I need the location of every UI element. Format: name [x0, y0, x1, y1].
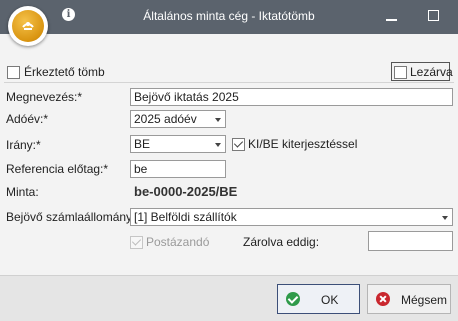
form-panel: Érkeztető tömb Lezárva Megnevezés:* Bejö…: [0, 34, 458, 321]
cancel-icon: [376, 292, 390, 306]
lezarva-checkbox[interactable]: [394, 66, 407, 79]
title-bar: i Általános minta cég - Iktatótömb: [0, 0, 458, 34]
referencia-label: Referencia előtag:*: [6, 162, 109, 176]
minimize-button[interactable]: [380, 6, 402, 26]
maximize-button[interactable]: [423, 6, 445, 26]
szamlaallomany-select[interactable]: [1] Belföldi szállítók: [130, 208, 453, 226]
zarolva-input[interactable]: [368, 231, 453, 251]
megnevezes-input[interactable]: Bejövő iktatás 2025: [130, 88, 453, 106]
adoev-value: 2025 adóév: [134, 112, 197, 126]
check-icon: [286, 292, 300, 306]
zarolva-label: Zárolva eddig:: [243, 235, 320, 249]
kibe-label: KI/BE kiterjesztéssel: [248, 137, 358, 151]
adoev-select[interactable]: 2025 adóév: [130, 110, 226, 128]
ok-button[interactable]: OK: [277, 284, 360, 314]
irany-select[interactable]: BE: [130, 135, 226, 153]
chevron-down-icon[interactable]: [442, 216, 448, 220]
dialog-footer: OK Mégsem: [0, 275, 458, 321]
megnevezes-label: Megnevezés:*: [6, 90, 83, 104]
ok-button-label: OK: [321, 293, 339, 307]
erkezteto-checkbox[interactable]: [7, 66, 20, 79]
referencia-input[interactable]: be: [130, 160, 226, 178]
chevron-down-icon[interactable]: [215, 118, 221, 122]
szamlaallomany-label: Bejövő számlaállomány:: [6, 210, 136, 224]
minta-label: Minta:: [6, 185, 39, 199]
postazando-checkbox[interactable]: [130, 236, 143, 249]
separator: [4, 82, 454, 83]
postazando-label: Postázandó: [146, 235, 210, 249]
app-logo-icon[interactable]: [8, 6, 48, 46]
szamlaallomany-value: [1] Belföldi szállítók: [134, 210, 237, 224]
erkezteto-label: Érkeztető tömb: [24, 65, 105, 79]
cancel-button-label: Mégsem: [401, 293, 448, 307]
cancel-button[interactable]: Mégsem: [367, 284, 451, 314]
irany-label: Irány:*: [6, 138, 41, 152]
irany-value: BE: [134, 137, 151, 151]
kibe-checkbox[interactable]: [232, 138, 245, 151]
adoev-label: Adóév:*: [6, 112, 49, 126]
minta-value: be-0000-2025/BE: [134, 184, 238, 199]
lezarva-label: Lezárva: [410, 65, 453, 79]
chevron-down-icon[interactable]: [215, 143, 221, 147]
